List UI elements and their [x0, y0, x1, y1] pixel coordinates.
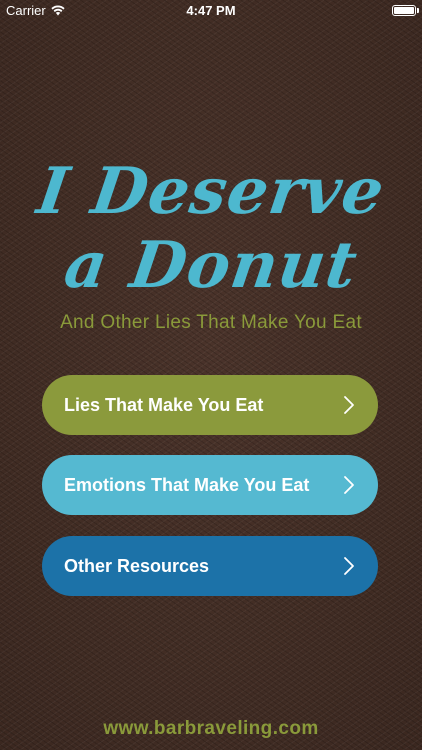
chevron-right-icon	[344, 557, 354, 575]
battery-icon	[392, 5, 419, 16]
app-title-line-1: I Deserve	[32, 154, 390, 229]
lies-that-make-you-eat-button[interactable]: Lies That Make You Eat	[42, 375, 378, 435]
other-resources-button[interactable]: Other Resources	[42, 536, 378, 596]
button-label: Lies That Make You Eat	[64, 394, 264, 415]
chevron-right-icon	[344, 476, 354, 494]
battery-fill	[394, 7, 414, 14]
button-label: Emotions That Make You Eat	[64, 474, 310, 495]
app-subtitle: And Other Lies That Make You Eat	[60, 312, 362, 333]
app-title-line-2: a Donut	[60, 228, 363, 303]
button-label: Other Resources	[64, 555, 210, 576]
emotions-that-make-you-eat-button[interactable]: Emotions That Make You Eat	[42, 455, 378, 515]
status-bar: Carrier 4:47 PM	[0, 0, 422, 22]
status-time: 4:47 PM	[186, 3, 236, 18]
chevron-right-icon	[344, 396, 354, 414]
website-link[interactable]: www.barbraveling.com	[0, 718, 422, 740]
